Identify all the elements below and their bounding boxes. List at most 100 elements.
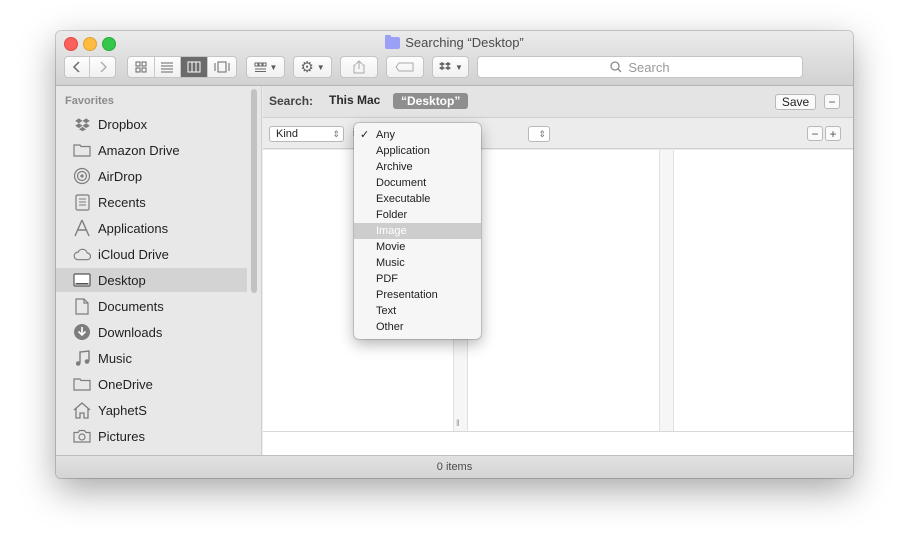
menu-item-music[interactable]: Music bbox=[354, 255, 481, 271]
sidebar-item-amazon-drive[interactable]: Amazon Drive bbox=[56, 138, 247, 162]
action-button[interactable]: ⚙ ▼ bbox=[293, 56, 332, 78]
item-count: 0 items bbox=[436, 461, 473, 473]
menu-item-text[interactable]: Text bbox=[354, 303, 481, 319]
checkmark-icon: ✓ bbox=[360, 129, 370, 141]
sidebar-item-label: Amazon Drive bbox=[98, 142, 180, 158]
sidebar-scrollbar[interactable] bbox=[251, 89, 257, 293]
list-view-button[interactable] bbox=[155, 57, 182, 77]
applications-icon bbox=[73, 219, 91, 237]
column-view-icon bbox=[187, 61, 201, 73]
icon-view-button[interactable] bbox=[128, 57, 155, 77]
column-browser: ǁ bbox=[263, 150, 853, 431]
sidebar-item-icloud-drive[interactable]: iCloud Drive bbox=[56, 242, 247, 266]
sidebar-item-dropbox[interactable]: Dropbox bbox=[56, 112, 247, 136]
add-criteria-button[interactable]: + bbox=[825, 126, 841, 141]
kind-dropdown-menu: ✓ Any Application Archive Document Execu… bbox=[354, 123, 481, 339]
folder-icon bbox=[73, 141, 91, 159]
menu-item-presentation[interactable]: Presentation bbox=[354, 287, 481, 303]
search-scope-bar: Search: This Mac “Desktop” Save − bbox=[263, 86, 853, 118]
view-mode-control bbox=[127, 56, 237, 78]
sidebar-item-label: YaphetS bbox=[98, 402, 147, 418]
share-icon bbox=[353, 60, 365, 74]
dropbox-icon bbox=[439, 62, 452, 70]
sidebar: Favorites Dropbox Amazon Drive AirDrop R… bbox=[56, 86, 262, 455]
menu-item-document[interactable]: Document bbox=[354, 175, 481, 191]
tags-button[interactable] bbox=[386, 56, 424, 78]
attribute-popup[interactable]: Kind ⇕ bbox=[269, 126, 344, 142]
menu-item-folder[interactable]: Folder bbox=[354, 207, 481, 223]
chevron-down-icon: ▼ bbox=[455, 62, 463, 72]
column-resize-handle[interactable]: ǁ bbox=[456, 418, 460, 428]
gear-icon: ⚙ bbox=[300, 59, 314, 76]
toolbar: Searching “Desktop” ▼ ⚙ ▼ ▼ Search bbox=[56, 31, 853, 86]
sidebar-item-label: Recents bbox=[98, 194, 146, 210]
column-divider bbox=[659, 150, 660, 431]
sidebar-item-label: Pictures bbox=[98, 428, 145, 444]
desktop-icon bbox=[73, 271, 91, 289]
scope-this-mac[interactable]: This Mac bbox=[329, 93, 380, 107]
forward-button[interactable] bbox=[90, 57, 115, 77]
status-bar: 0 items bbox=[56, 455, 853, 478]
music-icon bbox=[73, 349, 91, 367]
group-icon bbox=[254, 62, 267, 72]
scope-desktop[interactable]: “Desktop” bbox=[393, 93, 469, 109]
gallery-view-button[interactable] bbox=[208, 57, 236, 77]
sidebar-item-music[interactable]: Music bbox=[56, 346, 247, 370]
chevron-left-icon bbox=[72, 61, 80, 73]
sidebar-item-yaphets[interactable]: YaphetS bbox=[56, 398, 247, 422]
cloud-icon bbox=[73, 245, 91, 263]
sidebar-item-downloads[interactable]: Downloads bbox=[56, 320, 247, 344]
search-input[interactable]: Search bbox=[477, 56, 803, 78]
menu-item-executable[interactable]: Executable bbox=[354, 191, 481, 207]
sidebar-item-label: AirDrop bbox=[98, 168, 143, 184]
column-divider bbox=[673, 150, 674, 431]
folder-icon bbox=[73, 375, 91, 393]
sidebar-item-label: OneDrive bbox=[98, 376, 153, 392]
back-button[interactable] bbox=[65, 57, 91, 77]
menu-item-movie[interactable]: Movie bbox=[354, 239, 481, 255]
sidebar-item-airdrop[interactable]: AirDrop bbox=[56, 164, 247, 188]
camera-icon bbox=[73, 427, 91, 445]
sidebar-item-applications[interactable]: Applications bbox=[56, 216, 247, 240]
sidebar-item-pictures[interactable]: Pictures bbox=[56, 424, 247, 448]
smart-folder-icon bbox=[385, 34, 401, 49]
menu-item-other[interactable]: Other bbox=[354, 319, 481, 335]
recents-icon bbox=[73, 193, 91, 211]
path-bar bbox=[263, 431, 853, 455]
sidebar-header: Favorites bbox=[65, 95, 114, 107]
chevron-right-icon bbox=[99, 61, 107, 73]
column-view-button[interactable] bbox=[181, 57, 208, 77]
gallery-view-icon bbox=[214, 61, 230, 73]
operator-popup-edge[interactable]: ⇕ bbox=[528, 126, 550, 142]
navigation-buttons bbox=[64, 56, 116, 78]
sidebar-item-recents[interactable]: Recents bbox=[56, 190, 247, 214]
tag-icon bbox=[395, 62, 414, 72]
sidebar-item-desktop[interactable]: Desktop bbox=[56, 268, 247, 292]
chevron-down-icon: ▼ bbox=[316, 62, 325, 72]
sidebar-item-label: iCloud Drive bbox=[98, 246, 169, 262]
updown-arrows-icon: ⇕ bbox=[332, 129, 340, 139]
attribute-value: Kind bbox=[276, 128, 299, 140]
dropbox-button[interactable]: ▼ bbox=[432, 56, 469, 78]
airdrop-icon bbox=[73, 167, 91, 185]
menu-item-image[interactable]: Image bbox=[354, 223, 481, 239]
chevron-down-icon: ▼ bbox=[269, 62, 278, 72]
search-criteria-row: Kind ⇕ i ⇕ − + bbox=[263, 119, 853, 149]
remove-criteria-button[interactable]: − bbox=[807, 126, 823, 141]
save-button[interactable]: Save bbox=[775, 94, 816, 110]
menu-item-application[interactable]: Application bbox=[354, 143, 481, 159]
download-icon bbox=[73, 323, 91, 341]
menu-item-pdf[interactable]: PDF bbox=[354, 271, 481, 287]
sidebar-item-onedrive[interactable]: OneDrive bbox=[56, 372, 247, 396]
share-button[interactable] bbox=[340, 56, 378, 78]
column-scroll-strip bbox=[659, 150, 673, 431]
remove-search-button[interactable]: − bbox=[824, 94, 840, 109]
list-view-icon bbox=[161, 62, 174, 73]
group-by-button[interactable]: ▼ bbox=[246, 56, 285, 78]
menu-item-any[interactable]: ✓ Any bbox=[354, 127, 481, 143]
menu-item-archive[interactable]: Archive bbox=[354, 159, 481, 175]
search-placeholder: Search bbox=[628, 59, 670, 75]
icon-view-icon bbox=[135, 61, 147, 73]
updown-arrows-icon: ⇕ bbox=[538, 129, 546, 139]
sidebar-item-documents[interactable]: Documents bbox=[56, 294, 247, 318]
